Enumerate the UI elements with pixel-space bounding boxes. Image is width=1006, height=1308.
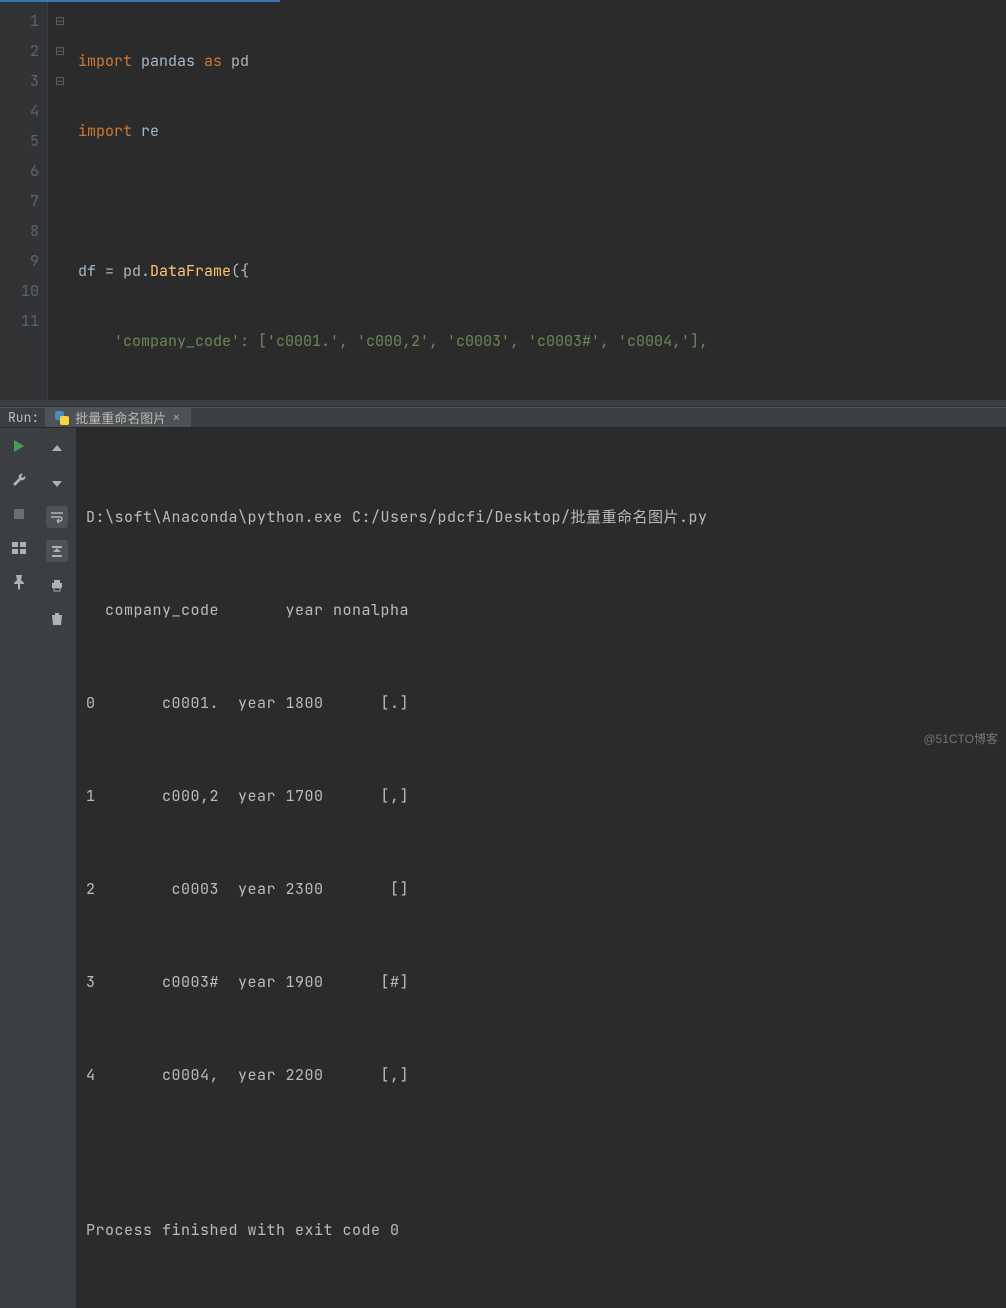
layout-icon[interactable] xyxy=(11,540,27,556)
close-tab-icon[interactable]: × xyxy=(172,409,180,427)
line-number[interactable]: 7 xyxy=(0,186,39,216)
run-actions-column xyxy=(0,428,38,1308)
scroll-down-icon[interactable] xyxy=(46,472,68,494)
rerun-icon[interactable] xyxy=(11,438,27,454)
panel-divider[interactable] xyxy=(0,400,1006,407)
console-output[interactable]: D:\soft\Anaconda\python.exe C:/Users/pdc… xyxy=(76,428,1006,1308)
line-number[interactable]: 4 xyxy=(0,96,39,126)
line-number[interactable]: 3 xyxy=(0,66,39,96)
console-line: 4 c0004, year 2200 [,] xyxy=(86,1060,1006,1091)
console-line: 3 c0003# year 1900 [#] xyxy=(86,967,1006,998)
soft-wrap-icon[interactable] xyxy=(46,506,68,528)
line-number[interactable]: 11 xyxy=(0,306,39,336)
line-number[interactable]: 2 xyxy=(0,36,39,66)
line-number[interactable]: 10 xyxy=(0,276,39,306)
console-line: 1 c000,2 year 1700 [,] xyxy=(86,781,1006,812)
line-number[interactable]: 8 xyxy=(0,216,39,246)
fold-toggle-icon[interactable]: ⊟ xyxy=(48,66,72,96)
console-line: 2 c0003 year 2300 [] xyxy=(86,874,1006,905)
watermark-text: @51CTO博客 xyxy=(923,730,998,747)
code-editor: 1 2 3 4 5 6 7 8 9 10 11 ⊟ ⊟ ⊟ import pan… xyxy=(0,0,1006,400)
fold-toggle-icon[interactable]: ⊟ xyxy=(48,6,72,36)
console-actions-column xyxy=(38,428,76,1308)
console-line: 0 c0001. year 1800 [.] xyxy=(86,688,1006,719)
console-line: Process finished with exit code 0 xyxy=(86,1215,1006,1246)
console-line: D:\soft\Anaconda\python.exe C:/Users/pdc… xyxy=(86,502,1006,533)
stop-icon[interactable] xyxy=(11,506,27,522)
run-label: Run: xyxy=(8,409,39,426)
console-line: company_code year nonalpha xyxy=(86,595,1006,626)
line-number-gutter: 1 2 3 4 5 6 7 8 9 10 11 xyxy=(0,0,48,400)
pin-icon[interactable] xyxy=(11,574,27,590)
code-area[interactable]: import pandas as pd import re df = pd.Da… xyxy=(72,0,1006,400)
fold-column: ⊟ ⊟ ⊟ xyxy=(48,0,72,400)
python-file-icon xyxy=(55,411,69,425)
run-header: Run: 批量重命名图片 × xyxy=(0,407,1006,428)
line-number[interactable]: 6 xyxy=(0,156,39,186)
line-number[interactable]: 5 xyxy=(0,126,39,156)
fold-toggle-icon[interactable]: ⊟ xyxy=(48,36,72,66)
settings-wrench-icon[interactable] xyxy=(11,472,27,488)
scroll-up-icon[interactable] xyxy=(46,438,68,460)
run-tab-title: 批量重命名图片 xyxy=(75,408,166,427)
line-number[interactable]: 9 xyxy=(0,246,39,276)
scroll-to-end-icon[interactable] xyxy=(46,540,68,562)
run-config-tab[interactable]: 批量重命名图片 × xyxy=(45,408,190,427)
trash-icon[interactable] xyxy=(46,608,68,630)
print-icon[interactable] xyxy=(46,574,68,596)
line-number[interactable]: 1 xyxy=(0,6,39,36)
run-tool-window: Run: 批量重命名图片 × D:\soft\Anaconda\python.e… xyxy=(0,407,1006,752)
